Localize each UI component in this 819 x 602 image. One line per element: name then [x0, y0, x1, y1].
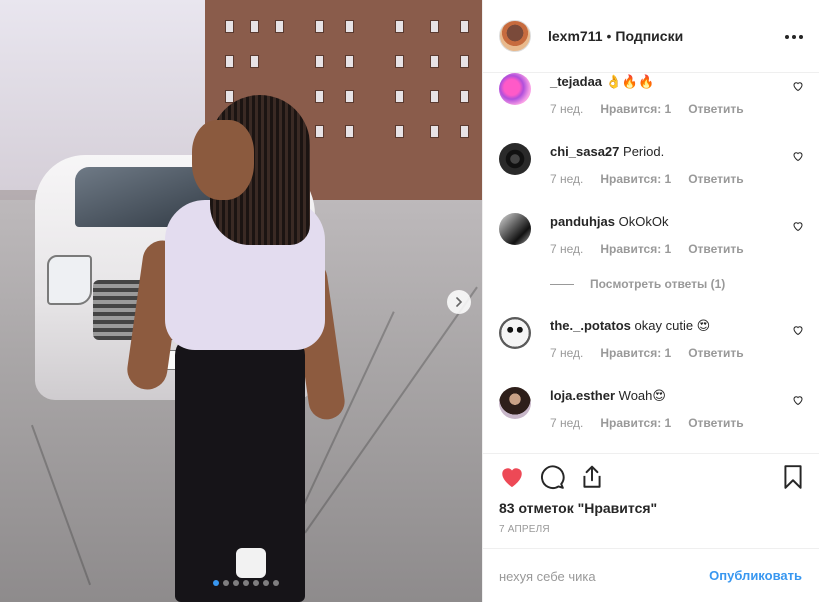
view-replies-label: Посмотреть ответы (1) [590, 277, 726, 291]
comment-reply-button[interactable]: Ответить [688, 242, 743, 256]
comment-username[interactable]: loja.esther [550, 388, 615, 403]
comment-like-heart-icon[interactable] [792, 80, 804, 92]
more-options-icon[interactable] [785, 30, 803, 44]
comment-reply-button[interactable]: Ответить [688, 102, 743, 116]
comment-reply-button[interactable]: Ответить [688, 416, 743, 430]
carousel-next-button[interactable] [447, 290, 471, 314]
comment-like-heart-icon[interactable] [792, 150, 804, 162]
comment-text: Period. [623, 144, 665, 159]
author-username[interactable]: lexm711 [548, 28, 603, 44]
carousel-dot [223, 580, 229, 586]
like-heart-icon[interactable] [499, 464, 525, 490]
post-side-panel: lexm711 • Подписки _tejadaa 👌🔥🔥 7 нед. Н… [482, 0, 819, 602]
post-photo[interactable] [0, 0, 482, 602]
carousel-dot [253, 580, 259, 586]
likes-count[interactable]: 83 отметок "Нравится" [499, 500, 657, 516]
comment-likes[interactable]: Нравится: 1 [600, 346, 671, 360]
author-avatar[interactable] [499, 20, 531, 52]
comment-reply-button[interactable]: Ответить [688, 172, 743, 186]
chevron-right-icon [456, 297, 463, 307]
post-header: lexm711 • Подписки [483, 0, 819, 73]
comment-reply-button[interactable]: Ответить [688, 346, 743, 360]
comment-username[interactable]: _tejadaa [550, 74, 602, 89]
comment-likes[interactable]: Нравится: 1 [600, 172, 671, 186]
comment-bubble-icon[interactable] [539, 464, 565, 490]
commenter-avatar[interactable] [499, 73, 531, 105]
commenter-avatar[interactable] [499, 387, 531, 419]
instagram-post-view: lexm711 • Подписки _tejadaa 👌🔥🔥 7 нед. Н… [0, 0, 819, 602]
commenter-avatar[interactable] [499, 213, 531, 245]
comments-list[interactable]: _tejadaa 👌🔥🔥 7 нед. Нравится: 1 Ответить… [483, 73, 819, 453]
comment-like-heart-icon[interactable] [792, 324, 804, 336]
carousel-indicator [213, 580, 279, 586]
header-separator: • [606, 28, 612, 44]
comment-like-heart-icon[interactable] [792, 394, 804, 406]
comment-username[interactable]: chi_sasa27 [550, 144, 619, 159]
comment-age[interactable]: 7 нед. [550, 346, 583, 360]
carousel-dot [263, 580, 269, 586]
comment-like-heart-icon[interactable] [792, 220, 804, 232]
comment-likes[interactable]: Нравится: 1 [600, 416, 671, 430]
comment-username[interactable]: the._.potatos [550, 318, 631, 333]
comment-text: 👌🔥🔥 [605, 74, 655, 89]
comment-likes[interactable]: Нравится: 1 [600, 102, 671, 116]
carousel-dot [273, 580, 279, 586]
add-comment-form: Опубликовать [483, 548, 819, 602]
replies-divider-line [550, 283, 574, 285]
comment-username[interactable]: panduhjas [550, 214, 615, 229]
comment-age[interactable]: 7 нед. [550, 416, 583, 430]
view-replies-button[interactable]: Посмотреть ответы (1) [550, 277, 725, 291]
comment-likes[interactable]: Нравится: 1 [600, 242, 671, 256]
comment-text: OkOkOk [618, 214, 669, 229]
carousel-dot [233, 580, 239, 586]
photo-person-head [192, 120, 254, 200]
share-icon[interactable] [579, 464, 605, 490]
carousel-dot [243, 580, 249, 586]
comment-text: Woah😍 [618, 388, 666, 403]
bookmark-icon[interactable] [780, 464, 806, 490]
carousel-dot [213, 580, 219, 586]
comment-age[interactable]: 7 нед. [550, 172, 583, 186]
comment-input[interactable] [499, 565, 699, 587]
comment-age[interactable]: 7 нед. [550, 102, 583, 116]
commenter-avatar[interactable] [499, 143, 531, 175]
comment-age[interactable]: 7 нед. [550, 242, 583, 256]
comment-text: okay cutie 😍 [634, 318, 711, 333]
post-date[interactable]: 7 АПРЕЛЯ [499, 524, 550, 535]
commenter-avatar[interactable] [499, 317, 531, 349]
publish-button[interactable]: Опубликовать [709, 568, 802, 583]
following-button[interactable]: Подписки [615, 28, 683, 44]
